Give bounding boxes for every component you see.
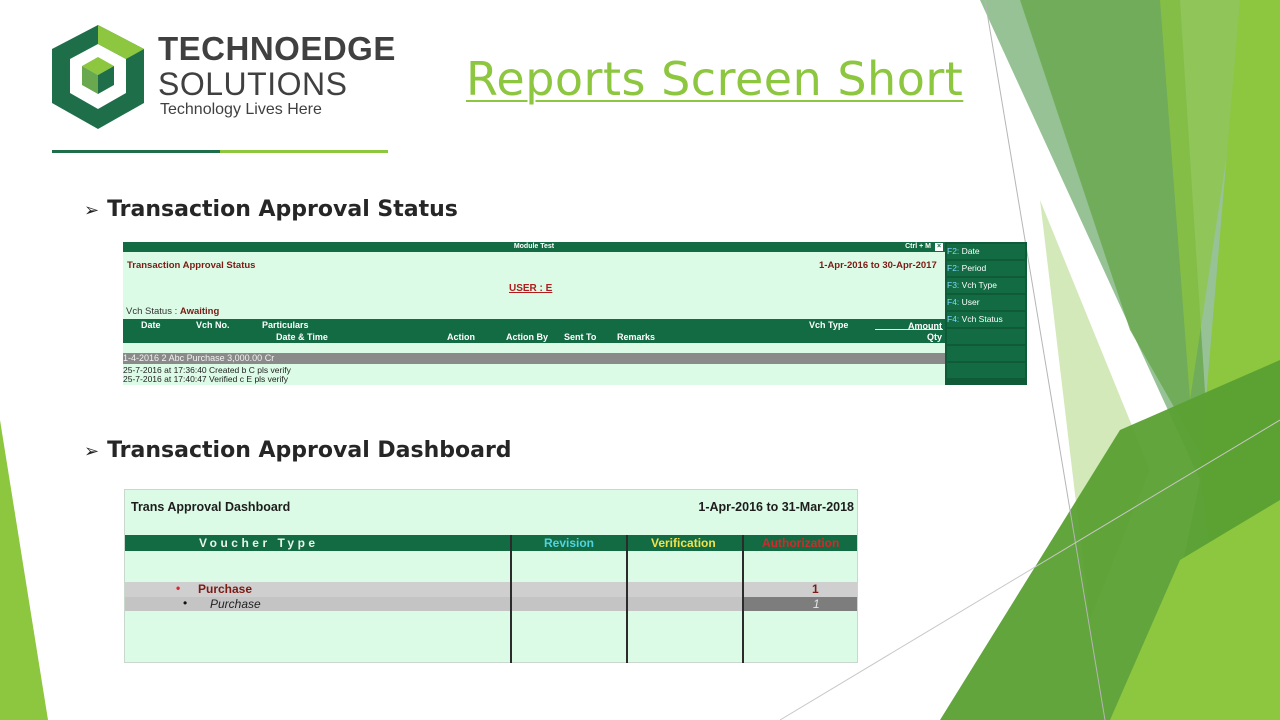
row-bullet: •	[176, 581, 181, 595]
col-vch-type: Vch Type	[809, 320, 849, 330]
col-voucher-type: Voucher Type	[199, 536, 319, 550]
arrow-bullet-icon: ➢	[84, 200, 100, 221]
table-header: Date Vch No. Particulars Date & Time Act…	[123, 319, 945, 343]
close-icon[interactable]: ×	[935, 243, 943, 251]
vch-type-button-key: F3:	[947, 280, 960, 290]
user-label: USER : E	[509, 283, 553, 294]
cell-date: 1-4-2016	[123, 353, 160, 363]
vch-status-label: Vch Status :	[126, 306, 178, 317]
col-vch-no: Vch No.	[196, 320, 230, 330]
col-action-by: Action By	[506, 332, 549, 342]
amount-divider	[875, 329, 943, 330]
user-button-key: F4:	[947, 297, 960, 307]
col-action: Action	[447, 332, 475, 342]
bullet-transaction-approval-status: ➢ Transaction Approval Status	[84, 197, 458, 222]
col-remarks: Remarks	[617, 332, 656, 342]
vch-status-button-label: Vch Status	[961, 314, 1003, 324]
empty-button[interactable]	[947, 346, 1025, 361]
cell-vch-no: 2	[161, 353, 167, 363]
cell-action: Verified	[209, 374, 238, 384]
date-button-label: Date	[961, 246, 980, 256]
user-button-label: User	[961, 297, 980, 307]
row-bullet: •	[183, 596, 188, 610]
voucher-type-name: Purchase	[198, 582, 253, 596]
col-particulars: Particulars	[262, 320, 309, 330]
cell-particulars: Abc	[168, 353, 185, 363]
report-period: 1-Apr-2016 to 30-Apr-2017	[819, 260, 937, 271]
user-button[interactable]: F4: User	[947, 295, 1025, 310]
vch-type-button-label: Vch Type	[961, 280, 997, 290]
report-name: Trans Approval Dashboard	[131, 500, 291, 514]
cell-vch-type: Purchase	[186, 353, 225, 363]
cell-sent-to: E	[246, 374, 253, 384]
date-button[interactable]: F2: Date	[947, 244, 1025, 259]
col-date: Date	[141, 320, 161, 330]
trans-approval-dashboard-screen: Trans Approval Dashboard 1-Apr-2016 to 3…	[124, 489, 858, 663]
table-row[interactable]: 1-4-2016 2 Abc Purchase 3,000.00 Cr	[123, 353, 945, 364]
cell-amount: 3,000.00 Cr	[227, 353, 275, 363]
cell-date-time: 25-7-2016 at 17:40:47	[123, 374, 207, 384]
bullet-transaction-approval-dashboard: ➢ Transaction Approval Dashboard	[84, 438, 512, 463]
vch-status-value: Awaiting	[179, 306, 220, 317]
arrow-bullet-icon: ➢	[84, 441, 100, 462]
authorization-cell-highlight	[743, 597, 857, 611]
column-divider	[510, 535, 512, 663]
date-button-key: F2:	[947, 246, 960, 256]
col-authorization: Authorization	[762, 536, 840, 550]
empty-button[interactable]	[947, 363, 1025, 378]
empty-button[interactable]	[947, 329, 1025, 344]
cell-remarks: pls verify	[254, 374, 288, 384]
logo-tagline: Technology Lives Here	[160, 101, 322, 118]
report-name: Transaction Approval Status	[127, 260, 256, 271]
period-button-key: F2:	[947, 263, 960, 273]
column-divider	[742, 535, 744, 663]
col-revision: Revision	[544, 536, 595, 550]
col-verification: Verification	[651, 536, 716, 550]
logo-text-technoedge: TECHNOEDGE	[158, 30, 396, 67]
col-qty: Qty	[926, 332, 942, 342]
vch-status-button-key: F4:	[947, 314, 960, 324]
authorization-count: 1	[812, 582, 819, 596]
cell-action-by: c	[239, 374, 245, 384]
table-header: Voucher Type Revision Verification Autho…	[125, 535, 857, 551]
column-divider	[626, 535, 628, 663]
slide-title: Reports Screen Short	[466, 52, 964, 106]
window-shortcut: Ctrl + M	[905, 243, 931, 250]
transaction-approval-status-screen: Module Test Ctrl + M × Transaction Appro…	[123, 242, 1027, 385]
logo-divider-dark	[52, 150, 220, 153]
col-sent-to: Sent To	[564, 332, 597, 342]
window-titlebar: Module Test Ctrl + M	[123, 242, 945, 252]
window-title: Module Test	[513, 243, 555, 250]
report-period: 1-Apr-2016 to 31-Mar-2018	[698, 500, 854, 514]
button-panel: F2: Date F2: Period F3: Vch Type F4: Use…	[945, 242, 1027, 385]
bullet-label: Transaction Approval Status	[107, 197, 458, 222]
vch-status: Vch Status : Awaiting	[126, 306, 219, 317]
logo-text-solutions: SOLUTIONS	[158, 66, 348, 102]
period-button-label: Period	[961, 263, 987, 273]
col-date-time: Date & Time	[276, 332, 328, 342]
vch-status-button[interactable]: F4: Vch Status	[947, 312, 1025, 327]
vch-type-button[interactable]: F3: Vch Type	[947, 278, 1025, 293]
logo-divider-light	[220, 150, 388, 153]
voucher-type-name: Purchase	[210, 597, 261, 611]
period-button[interactable]: F2: Period	[947, 261, 1025, 276]
authorization-count: 1	[813, 597, 820, 611]
bullet-label: Transaction Approval Dashboard	[107, 438, 512, 463]
table-subrow: 25-7-2016 at 17:40:47 Verified c E pls v…	[123, 374, 945, 384]
